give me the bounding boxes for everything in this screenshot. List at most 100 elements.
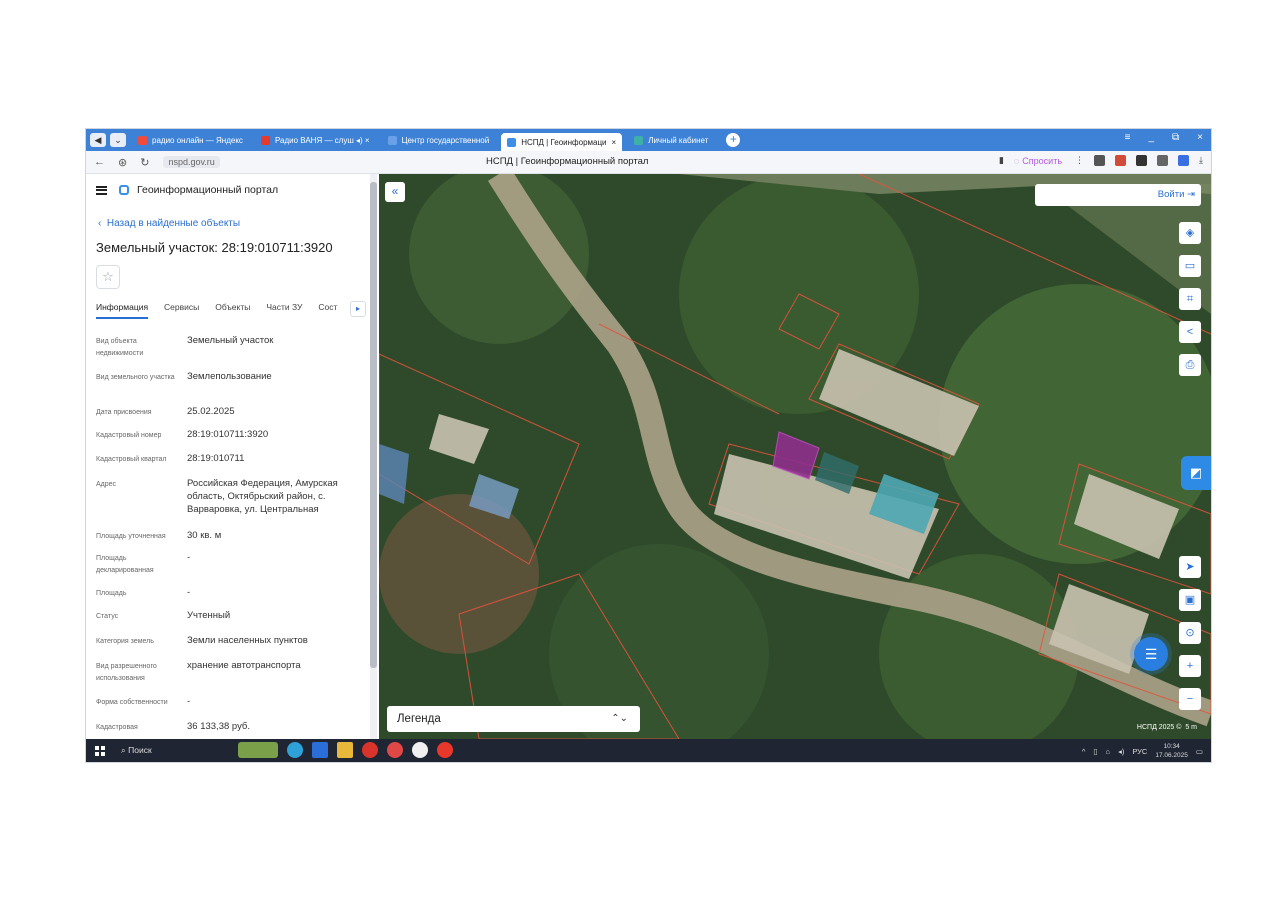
zoom-out-button[interactable]: − bbox=[1179, 688, 1201, 710]
language-indicator[interactable]: РУС bbox=[1132, 747, 1147, 756]
search-location-button[interactable]: ⊙ bbox=[1179, 622, 1201, 644]
tab-composition[interactable]: Сост bbox=[318, 302, 337, 319]
measure-button[interactable]: ▭ bbox=[1179, 255, 1201, 277]
tab-label: Центр государственной bbox=[401, 135, 490, 145]
minimize-icon[interactable]: _ bbox=[1148, 132, 1154, 143]
attribute-value: 36 133,38 руб. bbox=[187, 721, 251, 732]
extension-icon[interactable] bbox=[1178, 155, 1190, 166]
scrollbar-thumb[interactable] bbox=[370, 182, 377, 668]
close-window-icon[interactable]: × bbox=[1197, 132, 1203, 143]
url-field[interactable]: nspd.gov.ru bbox=[163, 156, 220, 168]
minimap-button[interactable]: ▣ bbox=[1179, 589, 1201, 611]
yandex-browser-icon[interactable] bbox=[412, 742, 428, 758]
mail-icon[interactable] bbox=[312, 742, 328, 758]
tab-objects[interactable]: Объекты bbox=[215, 302, 250, 319]
youtube-favicon-icon bbox=[260, 135, 270, 145]
attribute-key: Вид земельного участка bbox=[96, 374, 175, 381]
battery-icon[interactable]: ▯ bbox=[1093, 747, 1097, 756]
ask-label: Спросить bbox=[1022, 155, 1063, 166]
bookmark-icon[interactable]: ▮ bbox=[999, 155, 1004, 166]
tab-radio-vanya[interactable]: Радио ВАНЯ — слуш ◂) × bbox=[255, 132, 376, 148]
back-arrow-icon[interactable]: ← bbox=[94, 156, 105, 169]
chat-button[interactable]: ☰ bbox=[1134, 637, 1168, 671]
tab-information[interactable]: Информация bbox=[96, 302, 149, 319]
browser-toolbar: ▮ ◌ Спросить ⋮ ⤓ bbox=[999, 155, 1203, 166]
close-tab-icon[interactable]: × bbox=[612, 138, 617, 147]
portal-logo-icon bbox=[119, 185, 129, 195]
attribute-value: Земли населенных пунктов bbox=[187, 635, 308, 646]
taskbar-search[interactable]: ⌕ Поиск bbox=[121, 745, 152, 756]
app-icon[interactable] bbox=[362, 742, 378, 758]
back-to-results-link[interactable]: ‹ Назад в найденные объекты bbox=[98, 218, 240, 229]
tab-radio-yandex[interactable]: радио онлайн — Яндекс bbox=[132, 132, 249, 148]
extension-icon[interactable] bbox=[1094, 155, 1106, 166]
legend-dropdown[interactable]: Легенда ⌃⌄ bbox=[387, 706, 640, 732]
network-icon[interactable]: ⌂ bbox=[1106, 747, 1111, 756]
restore-icon[interactable]: ⧉ bbox=[1172, 132, 1179, 143]
zoom-in-button[interactable]: + bbox=[1179, 655, 1201, 677]
favorite-star-icon[interactable]: ☆ bbox=[96, 265, 120, 289]
tab-cabinet[interactable]: Личный кабинет bbox=[628, 132, 714, 148]
attribute-key: Кадастровый номер bbox=[96, 432, 162, 439]
collapse-panel-button[interactable]: « bbox=[385, 182, 405, 202]
satellite-map[interactable]: « Войти ⇥ ◈ ▭ ⌗ < ⎙ ◩ ➤ ▣ ⊙ + − ☰ Легенд… bbox=[379, 174, 1211, 739]
clock-time: 10:34 bbox=[1163, 743, 1180, 750]
attribute-key: Адрес bbox=[96, 481, 117, 488]
more-icon[interactable]: ⋮ bbox=[1075, 155, 1084, 166]
object-info-panel: Геоинформационный портал ‹ Назад в найде… bbox=[86, 174, 379, 739]
tabs-menu-icon[interactable]: ⌄ bbox=[110, 133, 126, 147]
download-icon[interactable]: ⤓ bbox=[1199, 155, 1203, 166]
attribute-value: - bbox=[187, 587, 191, 598]
reload-icon[interactable]: ↻ bbox=[140, 156, 149, 169]
alice-icon: ◌ bbox=[1013, 155, 1020, 166]
panel-scrollbar[interactable] bbox=[370, 174, 377, 739]
address-bar: ← ⊛ ↻ nspd.gov.ru НСПД | Геоинформационн… bbox=[86, 151, 1211, 174]
menu-icon[interactable]: ≡ bbox=[1125, 132, 1131, 143]
share-icon: < bbox=[1186, 326, 1194, 338]
tabs-scroll-right-icon[interactable]: ▸ bbox=[350, 301, 366, 317]
tab-parts[interactable]: Части ЗУ bbox=[266, 302, 302, 319]
ask-button[interactable]: ◌ Спросить bbox=[1014, 156, 1065, 166]
volume-icon[interactable]: ◂) bbox=[1118, 747, 1124, 756]
share-button[interactable]: < bbox=[1179, 321, 1201, 343]
windows-start-icon[interactable] bbox=[95, 745, 105, 756]
attribute-value: Землепользование bbox=[187, 371, 272, 382]
hamburger-menu-icon[interactable] bbox=[96, 185, 107, 195]
explorer-icon[interactable] bbox=[337, 742, 353, 758]
select-area-icon: ⌗ bbox=[1186, 293, 1194, 305]
clock[interactable]: 10:34 17.06.2025 bbox=[1155, 742, 1188, 760]
extension-icon[interactable] bbox=[1157, 155, 1169, 166]
app-icon[interactable] bbox=[387, 742, 403, 758]
locate-button[interactable]: ➤ bbox=[1179, 556, 1201, 578]
tab-label: НСПД | Геоинформаци bbox=[521, 137, 607, 147]
login-button[interactable]: Войти ⇥ bbox=[1035, 184, 1201, 206]
tab-nspd[interactable]: НСПД | Геоинформаци × bbox=[501, 133, 623, 151]
tab-services[interactable]: Сервисы bbox=[164, 302, 199, 319]
protect-icon[interactable]: ⊛ bbox=[118, 156, 127, 169]
notifications-icon[interactable]: ▭ bbox=[1196, 747, 1203, 756]
extension-icon[interactable] bbox=[1115, 155, 1127, 166]
tab-gos-center[interactable]: Центр государственной bbox=[382, 132, 496, 148]
ruler-icon: ▭ bbox=[1184, 260, 1196, 272]
app-icon[interactable] bbox=[238, 742, 278, 758]
sound-icon[interactable]: ◀ bbox=[90, 133, 106, 147]
chevron-left-icon: ‹ bbox=[98, 218, 107, 229]
tray-chevron-icon[interactable]: ^ bbox=[1082, 747, 1086, 756]
layers-button[interactable]: ◈ bbox=[1179, 222, 1201, 244]
yandex-icon[interactable] bbox=[437, 742, 453, 758]
extension-icon[interactable] bbox=[1136, 155, 1148, 166]
edge-icon[interactable] bbox=[287, 742, 303, 758]
chevron-updown-icon: ⌃⌄ bbox=[611, 713, 628, 724]
plus-icon: + bbox=[1186, 660, 1194, 672]
screenshot-frame: ◀ ⌄ радио онлайн — Яндекс Радио ВАНЯ — с… bbox=[86, 129, 1211, 762]
select-area-button[interactable]: ⌗ bbox=[1179, 288, 1201, 310]
nspd-favicon-icon bbox=[507, 137, 517, 147]
assistant-button[interactable]: ◩ bbox=[1181, 456, 1211, 490]
attribute-key: Статус bbox=[96, 613, 119, 620]
window-controls: ≡ _ ⧉ × bbox=[1125, 132, 1203, 143]
attribute-value: Земельный участок bbox=[187, 335, 274, 346]
attribute-key: Вид разрешенного использования bbox=[96, 663, 157, 682]
print-button[interactable]: ⎙ bbox=[1179, 354, 1201, 376]
new-tab-button[interactable]: + bbox=[726, 133, 741, 147]
back-link-label: Назад в найденные объекты bbox=[106, 218, 241, 229]
